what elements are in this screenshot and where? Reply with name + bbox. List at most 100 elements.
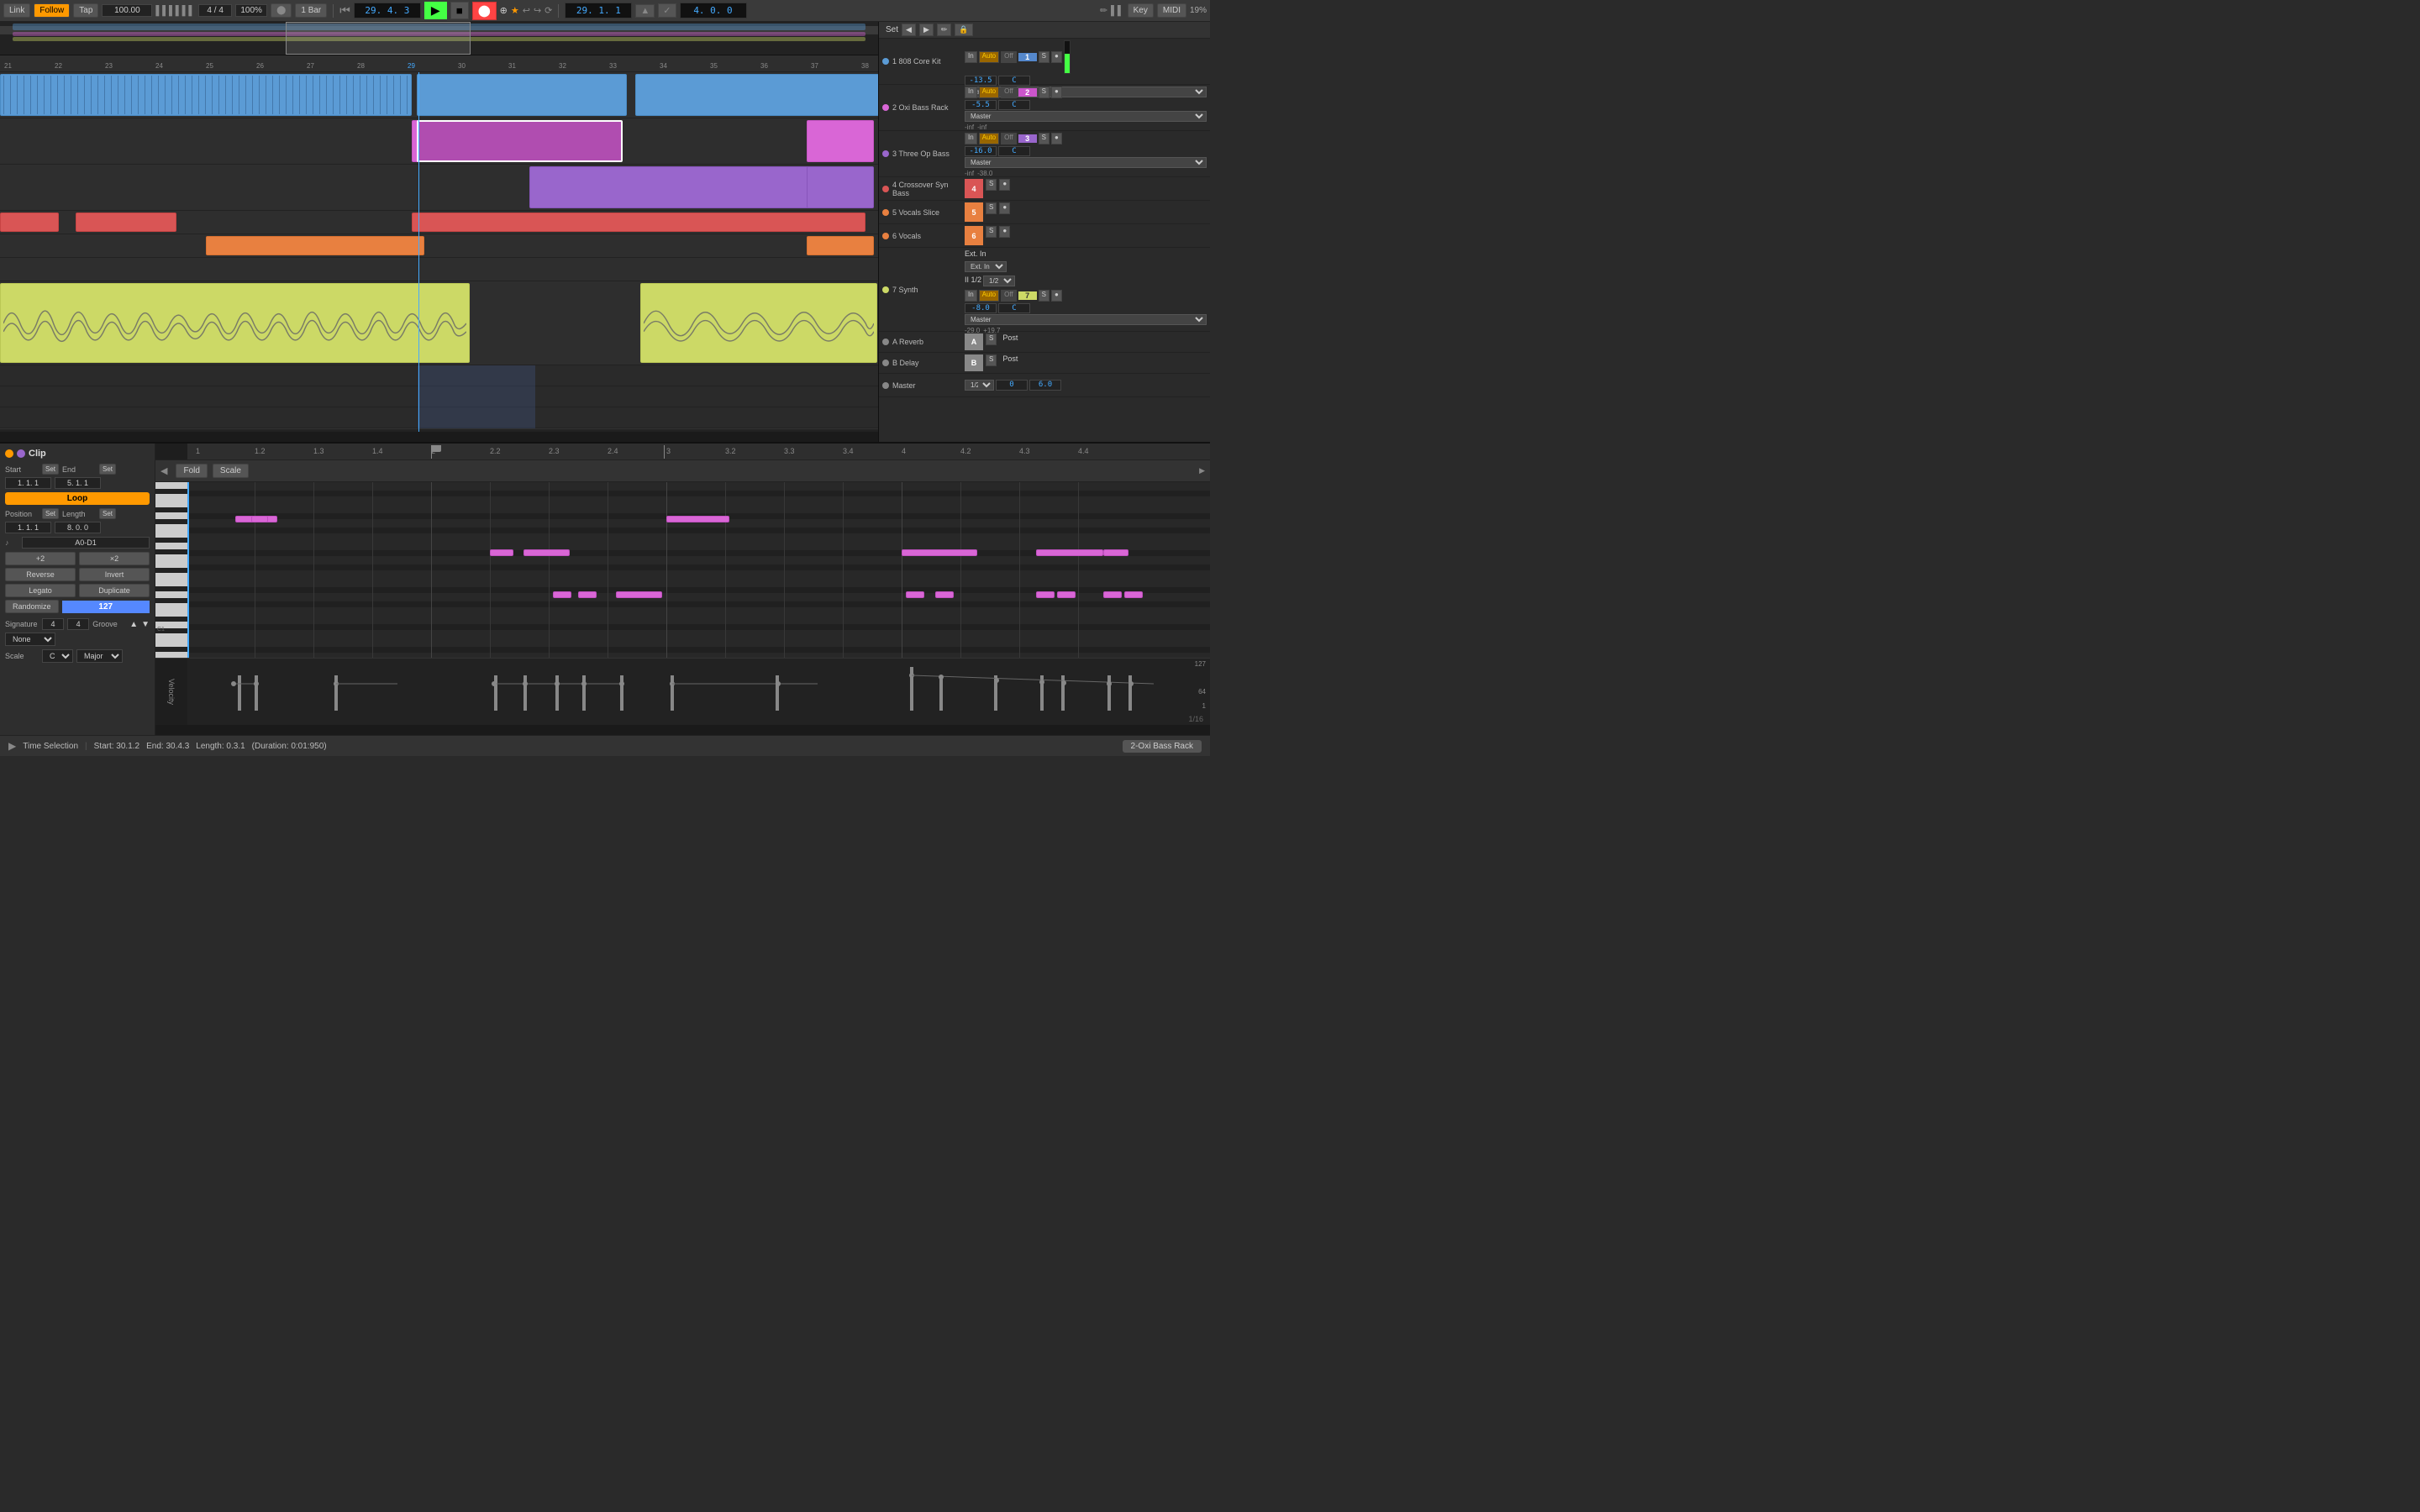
ch3-fader-val[interactable]: -16.0 — [965, 146, 997, 156]
pencil-icon[interactable]: ✏ — [1100, 5, 1107, 16]
pr-note-16[interactable] — [1103, 591, 1122, 598]
chB-s-btn[interactable]: S — [986, 354, 997, 366]
ch2-off-btn[interactable]: Off — [1001, 87, 1017, 98]
pr-playback-icon[interactable]: ▶ — [1199, 466, 1205, 475]
set-edit-btn[interactable]: ✏ — [937, 24, 952, 36]
ch7-auto-btn[interactable]: Auto — [979, 290, 999, 302]
ch7-routing[interactable]: Master — [965, 314, 1207, 325]
stop-button[interactable]: ■ — [450, 2, 469, 19]
track-row-4[interactable] — [0, 211, 878, 234]
cp-end-set-btn[interactable]: Set — [99, 464, 116, 475]
cp-randomize-btn[interactable]: Randomize — [5, 600, 59, 613]
cp-sig-den[interactable]: 4 — [67, 618, 89, 630]
clip-3op-1[interactable] — [529, 166, 811, 208]
set-prev-btn[interactable]: ◀ — [902, 24, 916, 36]
pr-note-5[interactable] — [523, 549, 570, 556]
zoom-input[interactable] — [235, 4, 267, 17]
ch3-pan-val[interactable]: C — [998, 146, 1030, 156]
pr-note-10[interactable] — [578, 591, 597, 598]
cp-invert-btn[interactable]: Invert — [79, 568, 150, 581]
cp-sig-num[interactable]: 4 — [42, 618, 64, 630]
record-btn[interactable]: ⬤ — [271, 3, 292, 18]
cp-scale-type-sel[interactable]: Major — [76, 649, 123, 663]
pr-note-17[interactable] — [1124, 591, 1143, 598]
ch2-pan-val[interactable]: C — [998, 100, 1030, 110]
tap-button[interactable]: Tap — [73, 3, 98, 18]
ch1-off-btn[interactable]: Off — [1001, 51, 1017, 63]
pr-note-3[interactable] — [666, 516, 729, 522]
ch4-m-btn[interactable]: ● — [999, 179, 1010, 191]
ch6-s-btn[interactable]: S — [986, 226, 997, 238]
pr-note-15[interactable] — [1057, 591, 1076, 598]
ch2-m-btn[interactable]: ● — [1051, 87, 1062, 98]
cp-reverse-btn[interactable]: Reverse — [5, 568, 76, 581]
clip-cross-2[interactable] — [76, 213, 176, 232]
follow-button[interactable]: Follow — [34, 3, 70, 18]
pr-note-2[interactable] — [251, 516, 268, 522]
clip-808-2[interactable] — [417, 74, 627, 116]
ch3-s-btn[interactable]: S — [1039, 133, 1050, 144]
pr-scale-btn[interactable]: Scale — [213, 464, 249, 478]
track-row-1[interactable] — [0, 72, 878, 118]
clip-vslice-2[interactable] — [807, 236, 874, 255]
ch7-in-btn[interactable]: In — [965, 290, 977, 302]
cp-scale-key-sel[interactable]: C — [42, 649, 73, 663]
channel-6-name[interactable]: 6 Vocals — [882, 226, 962, 245]
cp-pos-val[interactable]: 1. 1. 1 — [5, 522, 51, 533]
set-next-btn[interactable]: ▶ — [919, 24, 934, 36]
play-indicator[interactable]: ▶ — [8, 740, 16, 752]
ch4-s-btn[interactable]: S — [986, 179, 997, 191]
track-row-7[interactable] — [0, 281, 878, 365]
set-lock-btn[interactable]: 🔒 — [955, 24, 972, 36]
pr-note-6[interactable] — [902, 549, 977, 556]
ch3-m-btn[interactable]: ● — [1051, 133, 1062, 144]
redo-icon[interactable]: ↪ — [534, 5, 541, 16]
cp-rand-val[interactable]: 127 — [62, 601, 150, 613]
clip-synth-2[interactable] — [640, 283, 877, 363]
master-fader-val[interactable]: 0 — [996, 380, 1028, 391]
cp-notes-range[interactable]: A0-D1 — [22, 537, 150, 549]
ch2-in-btn[interactable]: In — [965, 87, 977, 98]
track-row-5[interactable] — [0, 234, 878, 258]
pr-note-4[interactable] — [490, 549, 513, 556]
cp-times2-btn[interactable]: ×2 — [79, 552, 150, 565]
pr-note-7[interactable] — [1036, 549, 1103, 556]
vel-grid[interactable]: 127 64 1 — [187, 659, 1210, 725]
ch6-m-btn[interactable]: ● — [999, 226, 1010, 238]
arrangement-tracks[interactable]: 0:50 0:55 1:00 1:05 1:10 1:15 1:20 1:25 … — [0, 72, 878, 432]
track-row-6[interactable] — [0, 258, 878, 281]
click-icon[interactable]: ✓ — [658, 3, 676, 18]
ch7-ext-select[interactable]: Ext. In — [965, 261, 1007, 272]
ch5-s-btn[interactable]: S — [986, 202, 997, 214]
track-row-2[interactable] — [0, 118, 878, 165]
clip-808-3[interactable] — [635, 74, 878, 116]
ch2-s-btn[interactable]: S — [1039, 87, 1050, 98]
clip-808-1[interactable] — [0, 74, 412, 116]
clip-synth-1[interactable] — [0, 283, 470, 363]
channel-2-name[interactable]: 2 Oxi Bass Rack — [882, 87, 962, 129]
cp-duplicate-btn[interactable]: Duplicate — [79, 584, 150, 597]
clip-cross-1[interactable] — [0, 213, 59, 232]
cp-groove-sel[interactable]: None — [5, 633, 55, 646]
cp-groove-up-btn[interactable]: ▲ — [129, 620, 138, 629]
ch2-routing[interactable]: Master — [965, 111, 1207, 122]
ch1-auto-btn[interactable]: Auto — [979, 51, 999, 63]
cp-plus2-btn[interactable]: +2 — [5, 552, 76, 565]
cp-end-val[interactable]: 5. 1. 1 — [55, 477, 101, 489]
cp-groove-dn-btn[interactable]: ▼ — [141, 620, 150, 629]
pr-note-9[interactable] — [553, 591, 571, 598]
plus-icon[interactable]: ⊕ — [500, 5, 508, 16]
pr-note-13[interactable] — [935, 591, 954, 598]
ch7-pan-val[interactable]: C — [998, 303, 1030, 313]
time-sig-input[interactable] — [198, 4, 232, 17]
clip-vslice-1[interactable] — [206, 236, 424, 255]
cp-pos-set-btn[interactable]: Set — [42, 508, 59, 519]
channel-master-name[interactable]: Master — [882, 375, 962, 395]
cp-len-set-btn[interactable]: Set — [99, 508, 116, 519]
metro-icon[interactable]: ▲ — [635, 4, 655, 18]
cp-start-set-btn[interactable]: Set — [42, 464, 59, 475]
rewind-icon[interactable]: ⏮ — [339, 3, 350, 18]
channel-7-name[interactable]: 7 Synth — [882, 249, 962, 329]
channel-4-name[interactable]: 4 Crossover Syn Bass — [882, 179, 962, 198]
ch3-routing[interactable]: Master — [965, 157, 1207, 168]
